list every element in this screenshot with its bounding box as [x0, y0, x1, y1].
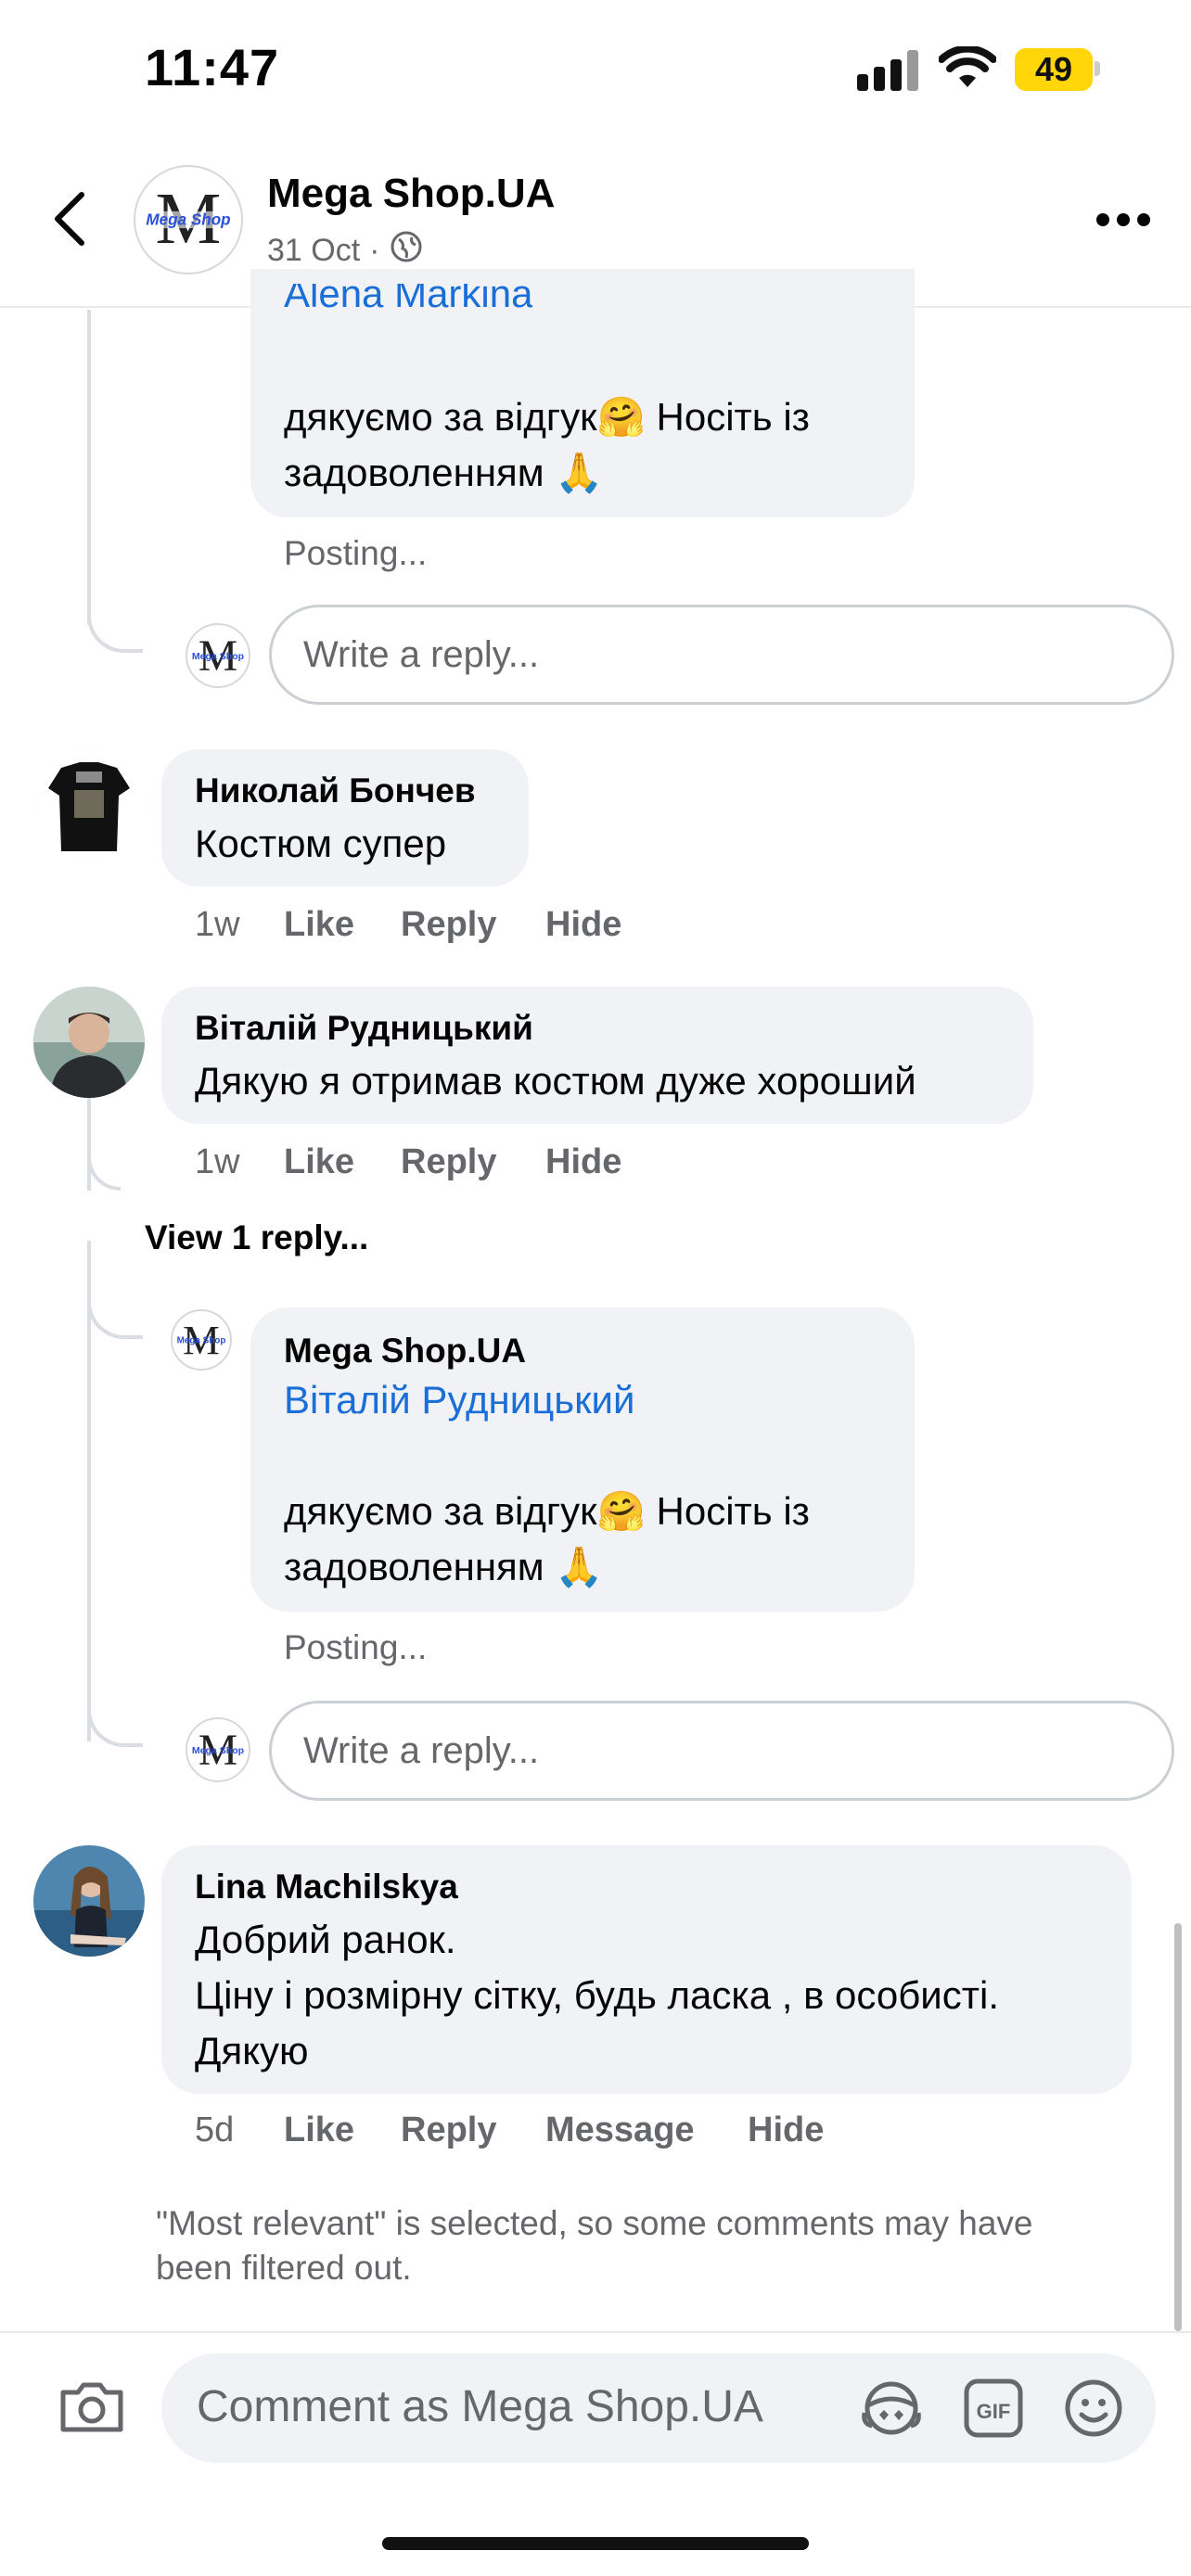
logo-text: Mega Shop: [192, 651, 245, 662]
status-time: 11:47: [145, 38, 280, 96]
comment-time: 5d: [195, 2111, 235, 2149]
scrollbar[interactable]: [1174, 1923, 1182, 2331]
reply-text-line2: задоволенням 🙏: [284, 1545, 604, 1588]
home-indicator: [382, 2537, 809, 2550]
reply-author[interactable]: Mega Shop.UA: [284, 1332, 526, 1371]
view-replies-link[interactable]: View 1 reply...: [145, 1218, 368, 1257]
posting-status: Posting...: [284, 1628, 428, 1666]
reply-input[interactable]: Write a reply...: [269, 605, 1174, 705]
more-options-icon[interactable]: [1096, 210, 1152, 228]
reply-button[interactable]: Reply: [401, 1142, 545, 1182]
hide-button[interactable]: Hide: [545, 1142, 621, 1182]
wifi-icon: [938, 45, 997, 91]
reply-composer-avatar: M Mega Shop: [186, 1717, 250, 1782]
post-meta: 31 Oct ·: [267, 230, 423, 272]
logo-text: Mega Shop: [192, 1745, 245, 1756]
comment-text-line2: Ціну і розмірну сітку, будь ласка , в ос…: [195, 1973, 999, 2017]
hide-button[interactable]: Hide: [748, 2111, 824, 2150]
comment-author[interactable]: Николай Бончев: [195, 772, 476, 810]
comment-placeholder: Comment as Mega Shop.UA: [197, 2382, 763, 2431]
gif-icon[interactable]: GIF: [963, 2378, 1024, 2439]
thread-curve: [87, 575, 143, 653]
hide-button[interactable]: Hide: [545, 905, 621, 945]
mention-link[interactable]: Віталій Рудницький: [284, 1378, 634, 1422]
globe-icon: [390, 230, 423, 272]
logo-text: Mega Shop: [146, 211, 230, 229]
like-button[interactable]: Like: [284, 1142, 401, 1182]
avatar[interactable]: [33, 987, 145, 1098]
comment-author[interactable]: Віталій Рудницький: [195, 1009, 533, 1048]
comment-text: Дякую я отримав костюм дуже хороший: [195, 1059, 916, 1103]
reply-placeholder: Write a reply...: [303, 1729, 540, 1771]
post-date: 31 Oct: [267, 233, 361, 268]
comment-time: 1w: [195, 1142, 240, 1181]
emoji-icon[interactable]: [1063, 2378, 1124, 2439]
reply-text-line1: дякуємо за відгук🤗 Носіть із: [284, 1489, 810, 1533]
gif-label: GIF: [977, 2400, 1011, 2423]
back-icon[interactable]: [50, 191, 87, 247]
thread-curve: [87, 1669, 143, 1747]
battery-cap: [1095, 61, 1100, 76]
battery-level: 49: [1034, 50, 1073, 88]
reply-avatar[interactable]: M Mega Shop: [171, 1309, 232, 1371]
logo-text: Mega Shop: [177, 1336, 226, 1346]
message-button[interactable]: Message: [545, 2111, 748, 2150]
comment-text-line3: Дякую: [195, 2029, 309, 2072]
like-button[interactable]: Like: [284, 2111, 401, 2150]
comment-time: 1w: [195, 905, 240, 944]
reply-input[interactable]: Write a reply...: [269, 1701, 1174, 1801]
thread-line: [87, 1098, 91, 1191]
comment-actions: 1w Like Reply Hide: [195, 1142, 621, 1182]
avatar[interactable]: [33, 1845, 145, 1957]
thread-curve: [87, 1280, 143, 1339]
reply-text-line2: задоволенням 🙏: [284, 451, 604, 494]
meta-separator: ·: [369, 233, 380, 268]
comment-text-line1: Добрий ранок.: [195, 1918, 456, 1961]
filter-notice: "Most relevant" is selected, so some com…: [156, 2204, 1033, 2287]
page-avatar[interactable]: MMega Shop: [134, 165, 243, 274]
comment-actions: 5d Like Reply Message Hide: [195, 2111, 824, 2150]
avatar[interactable]: [33, 749, 145, 861]
comment-text: Костюм супер: [195, 822, 447, 865]
posting-status: Posting...: [284, 534, 428, 572]
cellular-signal-icon: [857, 50, 920, 91]
reply-button[interactable]: Reply: [401, 2111, 545, 2150]
like-button[interactable]: Like: [284, 905, 401, 945]
battery-icon: 49: [1015, 48, 1093, 91]
reply-composer-avatar: M Mega Shop: [186, 623, 250, 688]
avatar-sticker-icon[interactable]: [861, 2378, 922, 2439]
comment-actions: 1w Like Reply Hide: [195, 905, 621, 945]
camera-icon[interactable]: [58, 2379, 126, 2435]
reply-button[interactable]: Reply: [401, 905, 545, 945]
reply-text-line1: дякуємо за відгук🤗 Носіть із: [284, 395, 810, 439]
mention-link[interactable]: Alena Markina: [284, 284, 532, 325]
page-title[interactable]: Mega Shop.UA: [267, 171, 555, 217]
comment-author[interactable]: Lina Machilskya: [195, 1868, 458, 1906]
reply-placeholder: Write a reply...: [303, 633, 540, 675]
thread-curve: [87, 1150, 121, 1191]
